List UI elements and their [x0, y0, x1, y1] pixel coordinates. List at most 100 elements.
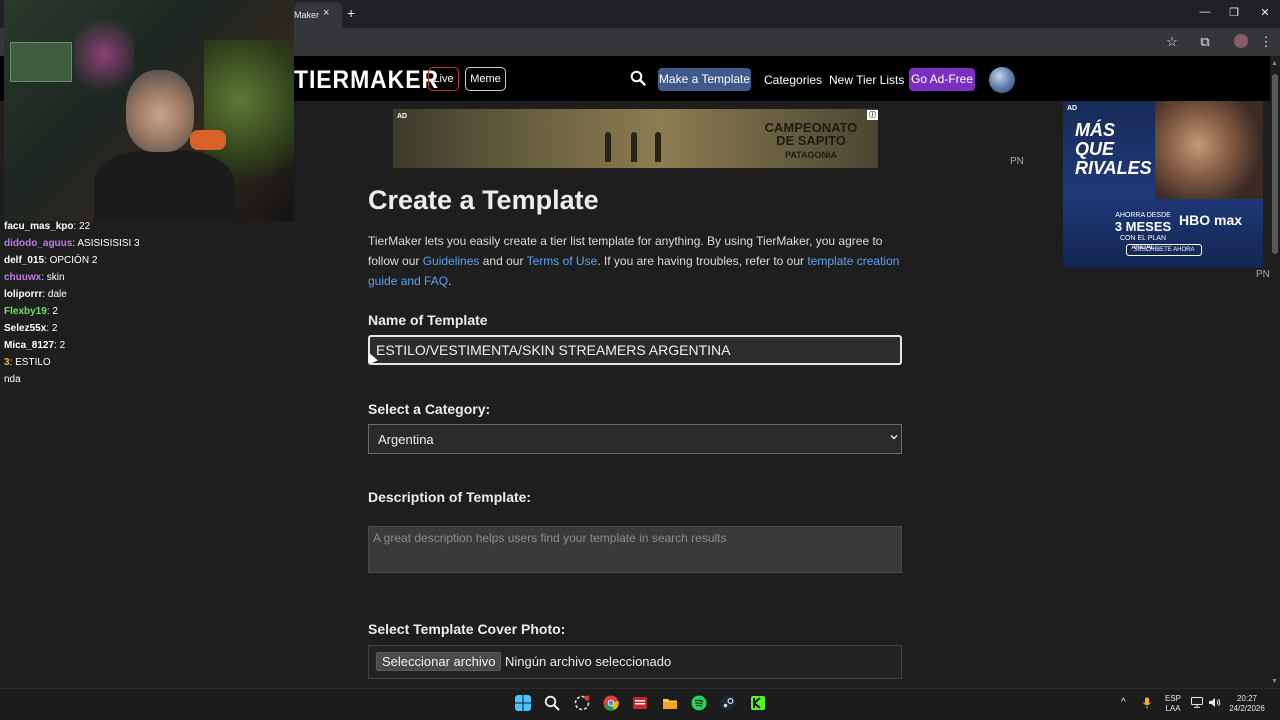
chat-message: nda	[4, 371, 174, 388]
cover-photo-label: Select Template Cover Photo:	[368, 621, 566, 637]
streamer-head	[126, 70, 194, 152]
spotify-icon[interactable]	[691, 695, 707, 711]
windows-start-icon[interactable]	[515, 695, 531, 711]
restore-icon[interactable]: ❐	[1224, 6, 1244, 19]
categories-link[interactable]: Categories	[764, 73, 822, 87]
volume-icon[interactable]	[1208, 697, 1221, 708]
chat-username[interactable]: loliporrr	[4, 289, 42, 300]
browser-tab[interactable]: Maker	[294, 2, 342, 28]
chat-username[interactable]: Selez55x	[4, 323, 46, 334]
close-window-icon[interactable]: ✕	[1255, 6, 1275, 19]
tray-chevron-up-icon[interactable]: ^	[1121, 697, 1126, 708]
clock-date: 24/2/2026	[1229, 704, 1265, 713]
webcam-inset	[10, 42, 72, 82]
top-banner-ad[interactable]: CAMPEONATO DE SAPITO PATAGONIA	[393, 109, 878, 168]
ad-figure	[655, 132, 661, 162]
clock[interactable]: 20:27 24/2/2026	[1226, 694, 1268, 714]
scrollbar-thumb[interactable]	[1272, 74, 1278, 254]
top-ad-info-icon[interactable]: ⓘ	[867, 110, 878, 120]
chat-text: ESTILO	[15, 357, 51, 368]
top-ad-label: AD	[397, 113, 408, 120]
file-status: Ningún archivo seleccionado	[505, 654, 672, 669]
tray-mic-icon[interactable]	[1142, 697, 1152, 709]
browser-profile-icon[interactable]	[1234, 34, 1248, 48]
new-tier-lists-link[interactable]: New Tier Lists	[829, 73, 904, 87]
category-select[interactable]: Argentina	[368, 424, 902, 454]
make-template-button[interactable]: Make a Template	[658, 68, 751, 91]
kick-icon[interactable]	[750, 695, 766, 711]
chat-message: Selez55x: 2	[4, 320, 174, 337]
meme-button[interactable]: Meme	[465, 67, 506, 91]
taskbar-app-icon[interactable]	[574, 695, 590, 711]
chat-message: facu_mas_kpo: 22	[4, 218, 174, 235]
site-logo[interactable]: TIERMAKER	[294, 66, 439, 95]
chrome-icon[interactable]	[603, 695, 619, 711]
category-label: Select a Category:	[368, 401, 491, 417]
chat-message: 3: ESTILO	[4, 354, 174, 371]
tab-close-icon[interactable]: ×	[323, 7, 329, 19]
side-ad-title: MÁS QUE RIVALES	[1075, 120, 1152, 178]
microphone-icon	[190, 130, 226, 150]
intro-text-4: .	[448, 274, 452, 288]
chat-text: nda	[4, 374, 21, 385]
chat-username[interactable]: Mica_8127	[4, 340, 54, 351]
description-textarea[interactable]: A great description helps users find you…	[368, 526, 902, 573]
stream-chat: facu_mas_kpo: 22 didodo_aguus: ASISISISIS…	[4, 218, 174, 388]
news-app-icon[interactable]	[632, 695, 648, 711]
scroll-down-icon[interactable]: ▼	[1271, 678, 1278, 685]
chat-message: chuuwx: skin	[4, 269, 174, 286]
scroll-up-icon[interactable]: ▲	[1271, 60, 1278, 67]
side-ad-pn: PN	[1256, 269, 1270, 280]
clock-time: 20:27	[1236, 694, 1258, 703]
chat-text: dale	[47, 289, 67, 300]
bookmark-star-icon[interactable]: ☆	[1163, 34, 1181, 50]
top-ad-subtitle: PATAGONIA	[785, 150, 837, 160]
choose-file-button[interactable]: Seleccionar archivo	[376, 652, 502, 671]
taskbar-search-icon[interactable]	[544, 695, 560, 711]
new-tab-icon[interactable]: +	[347, 5, 355, 21]
side-ad-cta-button[interactable]: SUSCRÍBETE AHORA	[1126, 244, 1202, 256]
language-line-2: LAA	[1165, 704, 1181, 713]
tab-title: Maker	[294, 10, 320, 20]
chat-message: didodo_aguus: ASISISISISI 3	[4, 235, 174, 252]
guidelines-link[interactable]: Guidelines	[423, 254, 480, 268]
chat-username[interactable]: Flexby19	[4, 306, 47, 317]
chat-message: delf_015: OPCIÓN 2	[4, 252, 174, 269]
chat-text: 2	[52, 306, 58, 317]
language-line-1: ESP	[1164, 694, 1181, 703]
name-label: Name of Template	[368, 312, 488, 328]
go-ad-free-button[interactable]: Go Ad-Free	[909, 68, 975, 91]
minimize-icon[interactable]: —	[1195, 6, 1215, 18]
side-ad-promo-big: 3 MESES	[1114, 219, 1172, 234]
chat-text: OPCIÓN 2	[49, 255, 98, 266]
network-icon[interactable]	[1191, 697, 1203, 708]
side-ad-promo-line1: AHORRA DESDE	[1115, 212, 1171, 219]
streamer-body	[94, 150, 234, 221]
template-name-input[interactable]: ESTILO/VESTIMENTA/SKIN STREAMERS ARGENTI…	[368, 335, 902, 365]
browser-menu-icon[interactable]: ⋮	[1257, 34, 1275, 50]
page-title: Create a Template	[368, 185, 599, 215]
chat-message: Flexby19: 2	[4, 303, 174, 320]
top-ad-pn: PN	[1010, 156, 1024, 167]
chat-username[interactable]: didodo_aguus	[4, 238, 72, 249]
live-button[interactable]: Live	[428, 67, 459, 91]
chat-username[interactable]: chuuwx	[4, 272, 41, 283]
webcam-light	[74, 10, 134, 100]
extensions-icon[interactable]: ⧉	[1196, 34, 1214, 50]
chat-username[interactable]: facu_mas_kpo	[4, 221, 73, 232]
terms-of-use-link[interactable]: Terms of Use	[527, 254, 598, 268]
chat-text: 2	[59, 340, 66, 351]
side-banner-ad[interactable]: MÁS QUE RIVALES AHORRA DESDE 3 MESES CON…	[1063, 101, 1263, 268]
chat-text: ASISISISISI 3	[77, 238, 140, 249]
file-explorer-icon[interactable]	[662, 695, 678, 711]
chevron-down-icon	[890, 435, 898, 440]
chat-message: loliporrr: dale	[4, 286, 174, 303]
search-icon[interactable]	[630, 70, 646, 86]
user-avatar[interactable]	[989, 67, 1015, 93]
chat-text: skin	[46, 272, 65, 283]
steam-icon[interactable]	[720, 695, 736, 711]
side-ad-label: AD	[1067, 105, 1078, 112]
chat-text: 2	[51, 323, 58, 334]
chat-username[interactable]: delf_015	[4, 255, 44, 266]
language-indicator[interactable]: ESP LAA	[1162, 694, 1184, 714]
